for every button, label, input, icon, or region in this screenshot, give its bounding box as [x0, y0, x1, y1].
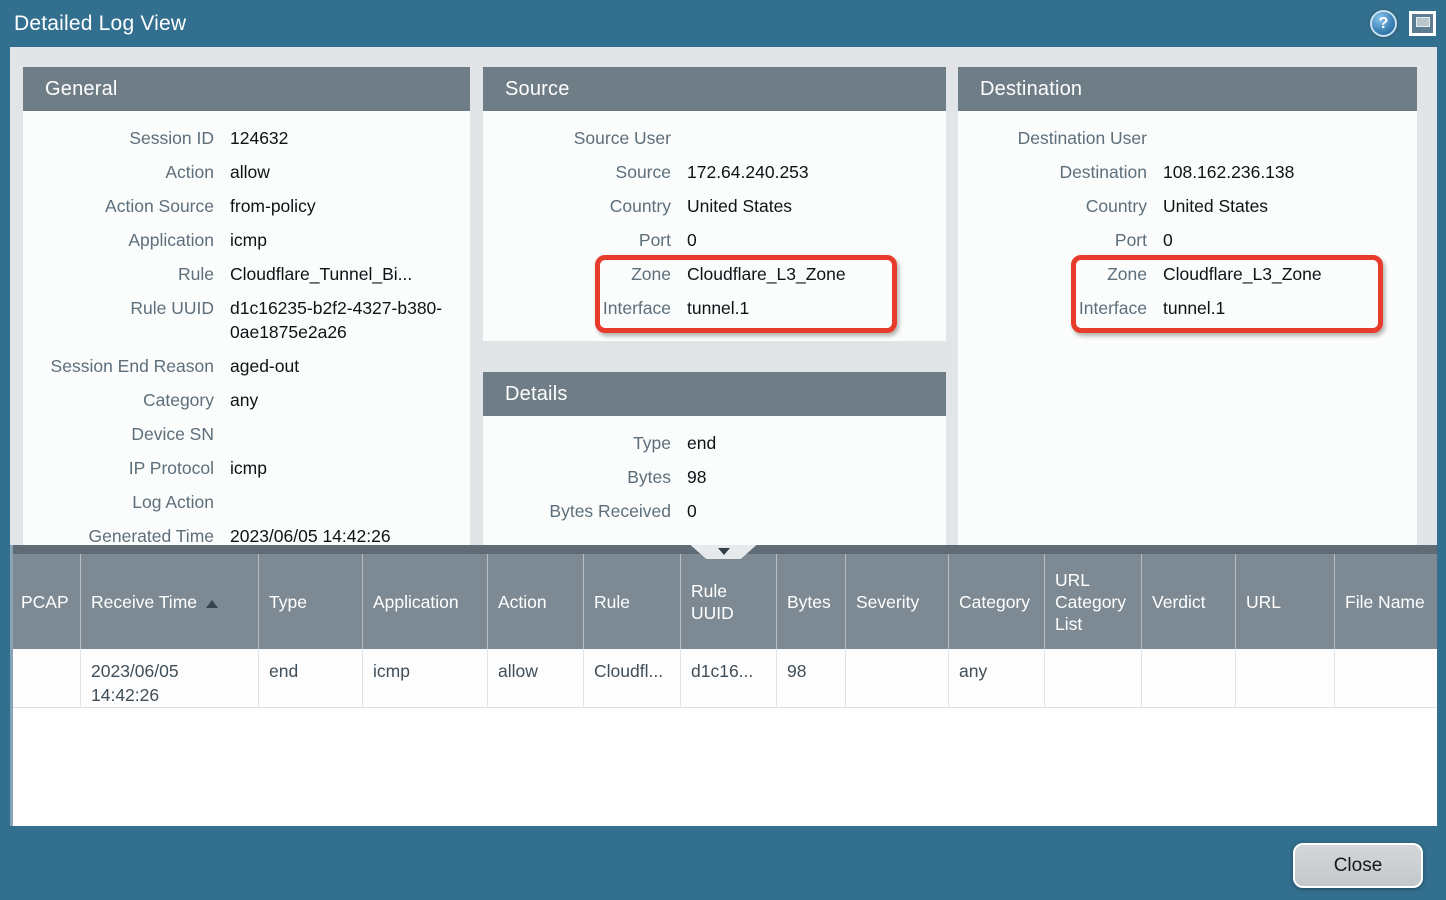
column-header-url-category-list[interactable]: URL Category List [1045, 554, 1142, 649]
log-table: PCAP Receive Time Type Application Actio… [10, 554, 1437, 708]
cell-category: any [949, 649, 1045, 708]
help-icon[interactable]: ? [1370, 10, 1397, 37]
dialog-title: Detailed Log View [14, 12, 186, 36]
row-source-port: Port0 [483, 223, 946, 257]
row-source-interface: Interfacetunnel.1 [483, 291, 946, 325]
log-table-section: PCAP Receive Time Type Application Actio… [10, 545, 1437, 826]
column-header-type[interactable]: Type [259, 554, 363, 649]
column-header-rule[interactable]: Rule [584, 554, 681, 649]
row-destination-interface: Interfacetunnel.1 [958, 291, 1417, 325]
column-header-url[interactable]: URL [1236, 554, 1335, 649]
row-session-end-reason: Session End Reasonaged-out [23, 349, 470, 383]
row-rule-uuid: Rule UUIDd1c16235-b2f2-4327-b380-0ae1875… [23, 291, 470, 349]
row-source-country: CountryUnited States [483, 189, 946, 223]
sort-ascending-icon [206, 600, 218, 608]
column-header-severity[interactable]: Severity [846, 554, 949, 649]
cell-verdict [1142, 649, 1236, 708]
row-source-zone: ZoneCloudflare_L3_Zone [483, 257, 946, 291]
row-category: Categoryany [23, 383, 470, 417]
row-bytes: Bytes98 [483, 460, 946, 494]
destination-panel-title: Destination [958, 67, 1417, 111]
log-table-header-row: PCAP Receive Time Type Application Actio… [11, 554, 1438, 649]
cell-url [1236, 649, 1335, 708]
column-header-category[interactable]: Category [949, 554, 1045, 649]
column-header-action[interactable]: Action [488, 554, 584, 649]
row-rule: RuleCloudflare_Tunnel_Bi... [23, 257, 470, 291]
general-panel: General Session ID124632 Actionallow Act… [23, 67, 470, 545]
log-table-row[interactable]: 2023/06/05 14:42:26 end icmp allow Cloud… [11, 649, 1438, 708]
row-destination: Destination108.162.236.138 [958, 155, 1417, 189]
row-action: Actionallow [23, 155, 470, 189]
column-header-application[interactable]: Application [363, 554, 488, 649]
dialog-content: General Session ID124632 Actionallow Act… [10, 47, 1437, 826]
table-left-edge [10, 545, 13, 826]
column-header-verdict[interactable]: Verdict [1142, 554, 1236, 649]
row-device-sn: Device SN [23, 417, 470, 451]
row-source: Source172.64.240.253 [483, 155, 946, 189]
cell-bytes: 98 [777, 649, 846, 708]
cell-rule: Cloudfl... [584, 649, 681, 708]
splitter-bar[interactable] [10, 545, 1437, 554]
source-panel-title: Source [483, 67, 946, 111]
row-log-action: Log Action [23, 485, 470, 519]
row-destination-country: CountryUnited States [958, 189, 1417, 223]
column-header-bytes[interactable]: Bytes [777, 554, 846, 649]
cell-rule-uuid: d1c16... [681, 649, 777, 708]
destination-panel: Destination Destination User Destination… [958, 67, 1417, 545]
cell-receive-time: 2023/06/05 14:42:26 [81, 649, 259, 708]
column-header-pcap[interactable]: PCAP [11, 554, 81, 649]
row-source-user: Source User [483, 121, 946, 155]
row-application: Applicationicmp [23, 223, 470, 257]
row-destination-port: Port0 [958, 223, 1417, 257]
dialog-titlebar: Detailed Log View ? [0, 0, 1446, 47]
source-panel: Source Source User Source172.64.240.253 … [483, 67, 946, 341]
row-action-source: Action Sourcefrom-policy [23, 189, 470, 223]
general-panel-title: General [23, 67, 470, 111]
maximize-window-icon[interactable] [1409, 11, 1436, 36]
row-destination-zone: ZoneCloudflare_L3_Zone [958, 257, 1417, 291]
details-panel-title: Details [483, 372, 946, 416]
row-session-id: Session ID124632 [23, 121, 470, 155]
row-generated-time: Generated Time2023/06/05 14:42:26 [23, 519, 470, 545]
column-header-file-name[interactable]: File Name [1335, 554, 1438, 649]
column-header-rule-uuid[interactable]: Rule UUID [681, 554, 777, 649]
row-bytes-received: Bytes Received0 [483, 494, 946, 528]
cell-url-category-list [1045, 649, 1142, 708]
chevron-down-icon [718, 548, 730, 555]
row-type: Typeend [483, 426, 946, 460]
row-destination-user: Destination User [958, 121, 1417, 155]
cell-application: icmp [363, 649, 488, 708]
cell-severity [846, 649, 949, 708]
dialog-footer: Close [0, 826, 1446, 900]
cell-file-name [1335, 649, 1438, 708]
cell-type: end [259, 649, 363, 708]
row-ip-protocol: IP Protocolicmp [23, 451, 470, 485]
column-header-receive-time[interactable]: Receive Time [81, 554, 259, 649]
window-pane-glyph [1416, 17, 1430, 27]
cell-pcap [11, 649, 81, 708]
cell-action: allow [488, 649, 584, 708]
close-button[interactable]: Close [1293, 843, 1423, 888]
details-panel: Details Typeend Bytes98 Bytes Received0 [483, 372, 946, 545]
